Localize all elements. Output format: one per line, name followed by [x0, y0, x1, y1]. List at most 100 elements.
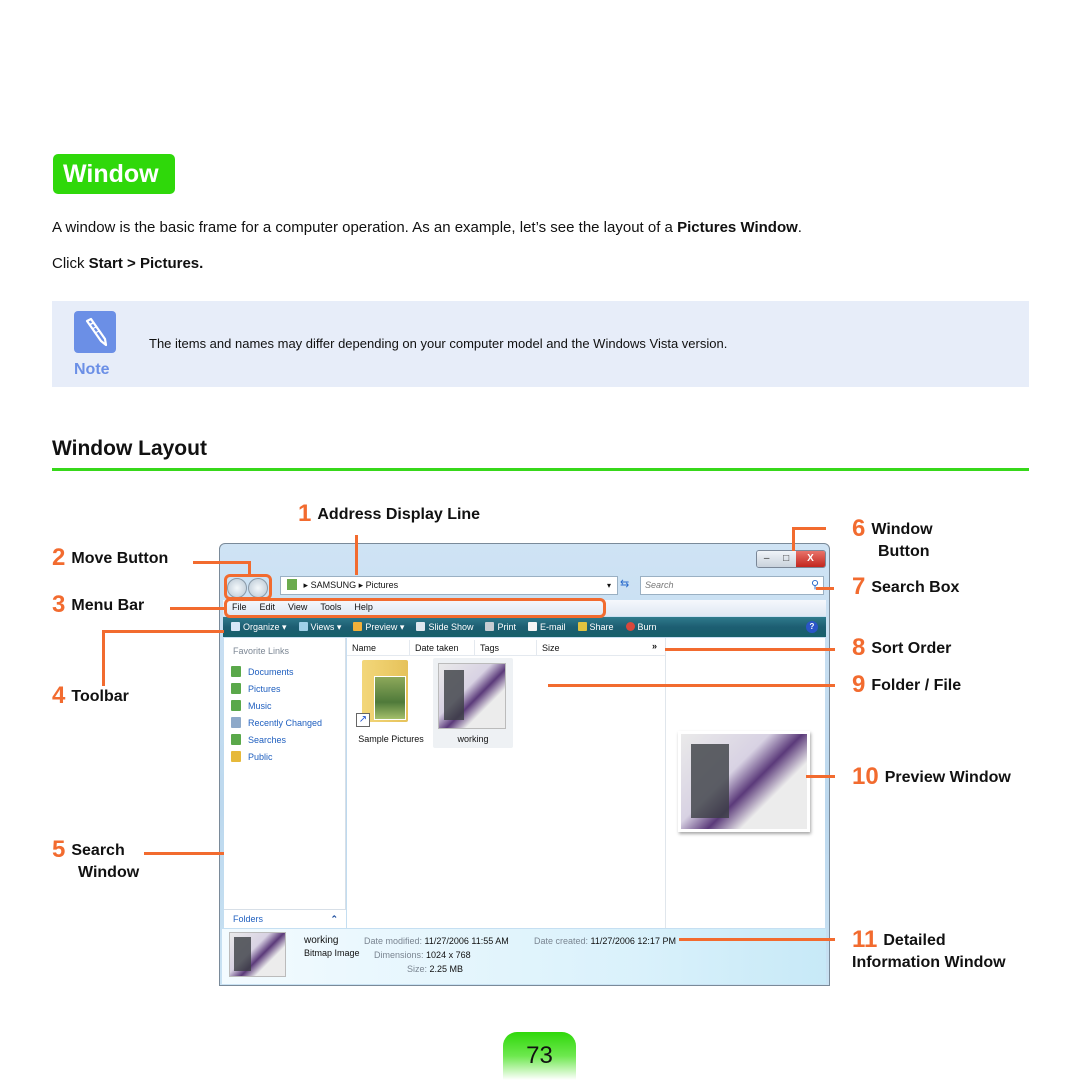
- address-bar[interactable]: ▸ SAMSUNG ▸ Pictures ▾: [280, 576, 618, 595]
- callout-4: 4 Toolbar: [52, 682, 129, 709]
- more-columns-icon[interactable]: »: [652, 641, 657, 651]
- callout-line-2: [193, 561, 250, 564]
- chevron-up-icon: ⌃: [330, 914, 338, 924]
- toolbar-email[interactable]: E-mail: [528, 617, 566, 637]
- callout-1: 1 Address Display Line: [298, 502, 480, 526]
- callout-label: Information Window: [852, 954, 1006, 971]
- callout-label: Toolbar: [71, 688, 129, 705]
- maximize-button[interactable]: □: [776, 551, 796, 567]
- help-icon[interactable]: ?: [806, 621, 818, 633]
- print-icon: [485, 622, 495, 631]
- callout-number: 4: [52, 682, 66, 709]
- callout-line-6: [792, 527, 826, 530]
- window-buttons: – □ X: [756, 550, 826, 568]
- callout-line-2-v: [248, 561, 251, 576]
- callout-2: 2 Move Button: [52, 544, 169, 571]
- details-date-created: Date created: 11/27/2006 12:17 PM: [534, 936, 676, 946]
- breadcrumb-pictures[interactable]: Pictures: [366, 580, 399, 590]
- toolbar-views[interactable]: Views ▾: [298, 617, 342, 637]
- fav-label: Documents: [248, 667, 294, 677]
- callout-label: Search: [71, 842, 125, 859]
- toolbar-label: Organize ▾: [243, 622, 287, 632]
- callout-5: 5 Search Window: [52, 836, 139, 884]
- callout-3: 3 Menu Bar: [52, 593, 144, 617]
- heading-divider: [52, 468, 1029, 471]
- callout-label: Button: [878, 543, 930, 560]
- fav-label: Music: [248, 701, 272, 711]
- folder-item-sample-pictures[interactable]: ↗ Sample Pictures: [352, 658, 430, 748]
- callout-label: Folder / File: [871, 677, 962, 694]
- callout-number: 2: [52, 544, 66, 571]
- documents-icon: [231, 666, 241, 677]
- intro-text: A window is the basic frame for a comput…: [52, 219, 678, 236]
- toolbar-slideshow[interactable]: Slide Show: [416, 617, 473, 637]
- slideshow-icon: [416, 622, 426, 631]
- search-icon[interactable]: ⚲: [811, 577, 819, 594]
- minimize-button[interactable]: –: [757, 551, 777, 567]
- intro-bold-term: Pictures Window: [677, 219, 798, 236]
- file-item-working[interactable]: working: [433, 658, 513, 748]
- column-tags[interactable]: Tags: [475, 640, 537, 655]
- callout-9: 9 Folder / File: [852, 673, 962, 697]
- toolbar-label: Print: [497, 622, 516, 632]
- column-name[interactable]: Name: [347, 640, 410, 655]
- details-size: Size: 2.25 MB: [407, 964, 463, 974]
- instruction: Click Start > Pictures.: [52, 255, 203, 273]
- detail-value: 1024 x 768: [426, 950, 471, 960]
- note-text: The items and names may differ depending…: [149, 336, 728, 351]
- breadcrumb-samsung[interactable]: SAMSUNG: [311, 580, 357, 590]
- toolbar-label: E-mail: [540, 622, 566, 632]
- fav-documents[interactable]: Documents: [231, 664, 322, 681]
- column-size[interactable]: Size: [537, 640, 665, 655]
- breadcrumb-separator: ▸: [358, 580, 364, 590]
- music-icon: [231, 700, 241, 711]
- instruction-prefix: Click: [52, 255, 89, 272]
- search-placeholder: Search: [645, 580, 674, 590]
- fav-searches[interactable]: Searches: [231, 732, 322, 749]
- callout-line-11: [679, 938, 835, 941]
- fav-public[interactable]: Public: [231, 749, 322, 766]
- folders-toggle[interactable]: Folders ⌃: [224, 909, 346, 928]
- callout-8: 8 Sort Order: [852, 636, 951, 660]
- callout-number: 5: [52, 836, 66, 863]
- toolbar-label: Slide Show: [428, 622, 474, 632]
- toolbar-organize[interactable]: Organize ▾: [231, 617, 287, 637]
- column-date-taken[interactable]: Date taken: [410, 640, 475, 655]
- close-button[interactable]: X: [795, 551, 825, 567]
- callout-label: Move Button: [71, 550, 169, 567]
- toolbar-share[interactable]: Share: [577, 617, 614, 637]
- callout-line-3: [170, 607, 225, 610]
- pencil-note-icon: [74, 311, 116, 353]
- public-folder-icon: [231, 751, 241, 762]
- callout-line-1: [355, 535, 358, 575]
- fav-music[interactable]: Music: [231, 698, 322, 715]
- detail-key: Dimensions:: [374, 950, 424, 960]
- breadcrumb-separator: ▸: [303, 580, 309, 590]
- search-box[interactable]: Search ⚲: [640, 576, 824, 595]
- fav-recently-changed[interactable]: Recently Changed: [231, 715, 322, 732]
- instruction-path: Start > Pictures.: [88, 255, 204, 272]
- column-headers: Name Date taken Tags Size: [347, 640, 665, 656]
- detail-key: Date modified:: [364, 936, 423, 946]
- image-thumbnail: [438, 663, 506, 729]
- detail-key: Size:: [407, 964, 428, 974]
- details-date-modified: Date modified: 11/27/2006 11:55 AM: [364, 936, 509, 946]
- toolbar-print[interactable]: Print: [485, 617, 516, 637]
- details-dimensions: Dimensions: 1024 x 768: [374, 950, 471, 960]
- toolbar-label: Views ▾: [310, 622, 342, 632]
- refresh-icon[interactable]: ⇆: [620, 577, 629, 590]
- section-title-badge: Window: [53, 154, 175, 194]
- fav-label: Searches: [248, 735, 287, 745]
- fav-pictures[interactable]: Pictures: [231, 681, 322, 698]
- callout-label: Search Box: [871, 579, 960, 596]
- fav-label: Recently Changed: [248, 718, 323, 728]
- toolbar-burn[interactable]: Burn: [625, 617, 657, 637]
- toolbar: Organize ▾ Views ▾ Preview ▾ Slide Show …: [223, 617, 826, 637]
- address-dropdown-icon[interactable]: ▾: [607, 577, 611, 594]
- shortcut-arrow-icon: ↗: [356, 713, 370, 727]
- toolbar-preview[interactable]: Preview ▾: [353, 617, 404, 637]
- folders-label: Folders: [233, 914, 264, 924]
- intro-text-end: .: [797, 219, 802, 236]
- callout-number: 7: [852, 573, 866, 600]
- preview-pane-divider: [665, 638, 666, 928]
